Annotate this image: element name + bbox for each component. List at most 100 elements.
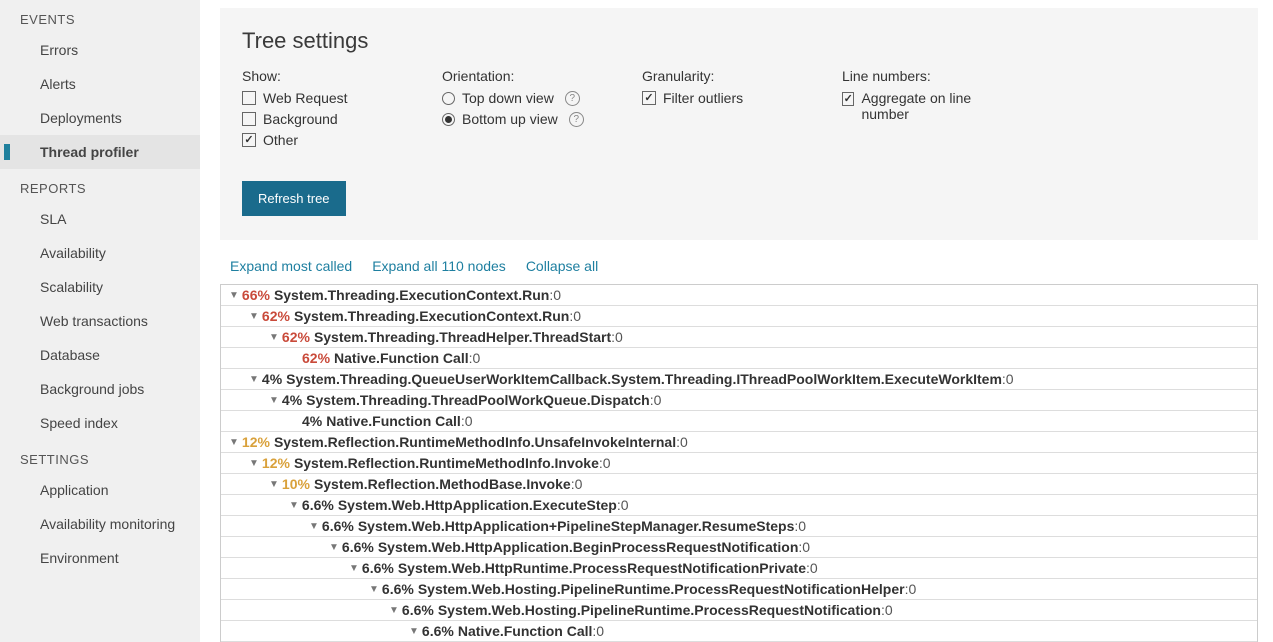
sidebar-item[interactable]: Alerts bbox=[0, 67, 200, 101]
aggregate-label: Aggregate on line number bbox=[861, 90, 1002, 122]
percentage: 6.6% bbox=[342, 539, 374, 555]
web-request-checkbox-row[interactable]: Web Request bbox=[242, 90, 392, 106]
node-name: System.Threading.ExecutionContext.Run bbox=[274, 287, 549, 303]
top-down-label: Top down view bbox=[462, 90, 554, 106]
granularity-label: Granularity: bbox=[642, 68, 792, 84]
tree-row[interactable]: 4%System.Threading.ThreadPoolWorkQueue.D… bbox=[221, 389, 1257, 410]
background-checkbox-row[interactable]: Background bbox=[242, 111, 392, 127]
help-icon[interactable]: ? bbox=[569, 112, 584, 127]
background-checkbox[interactable] bbox=[242, 112, 256, 126]
call-tree: 66%System.Threading.ExecutionContext.Run… bbox=[220, 284, 1258, 642]
bottom-up-radio-row[interactable]: Bottom up view ? bbox=[442, 111, 592, 127]
bottom-up-label: Bottom up view bbox=[462, 111, 558, 127]
tree-row[interactable]: 4%System.Threading.QueueUserWorkItemCall… bbox=[221, 368, 1257, 389]
sidebar-item[interactable]: Availability monitoring bbox=[0, 507, 200, 541]
granularity-column: Granularity: Filter outliers bbox=[642, 68, 792, 153]
tree-row[interactable]: 4%Native.Function Call :0 bbox=[221, 410, 1257, 431]
node-name: System.Threading.ThreadPoolWorkQueue.Dis… bbox=[306, 392, 650, 408]
tree-row[interactable]: 6.6%Native.Function Call :0 bbox=[221, 620, 1257, 641]
sidebar-item[interactable]: Scalability bbox=[0, 270, 200, 304]
caret-icon[interactable] bbox=[229, 290, 239, 301]
tree-row[interactable]: 62%Native.Function Call :0 bbox=[221, 347, 1257, 368]
percentage: 6.6% bbox=[422, 623, 454, 639]
caret-icon[interactable] bbox=[269, 395, 279, 406]
node-suffix: :0 bbox=[806, 560, 818, 576]
tree-row[interactable]: 6.6%System.Web.HttpApplication.BeginProc… bbox=[221, 536, 1257, 557]
line-numbers-label: Line numbers: bbox=[842, 68, 1002, 84]
tree-row[interactable]: 10%System.Reflection.MethodBase.Invoke :… bbox=[221, 473, 1257, 494]
node-suffix: :0 bbox=[549, 287, 561, 303]
node-suffix: :0 bbox=[461, 413, 473, 429]
other-checkbox[interactable] bbox=[242, 133, 256, 147]
caret-icon[interactable] bbox=[249, 311, 259, 322]
sidebar-item[interactable]: Environment bbox=[0, 541, 200, 575]
percentage: 12% bbox=[262, 455, 290, 471]
caret-icon[interactable] bbox=[269, 332, 279, 343]
expand-all-link[interactable]: Expand all 110 nodes bbox=[372, 258, 506, 274]
sidebar-item[interactable]: Background jobs bbox=[0, 372, 200, 406]
sidebar-item[interactable]: Web transactions bbox=[0, 304, 200, 338]
tree-row[interactable]: 62%System.Threading.ThreadHelper.ThreadS… bbox=[221, 326, 1257, 347]
sidebar-section-header: REPORTS bbox=[0, 169, 200, 202]
caret-icon[interactable] bbox=[309, 521, 319, 532]
caret-icon[interactable] bbox=[409, 626, 419, 637]
tree-row[interactable]: 6.6%System.Web.Hosting.PipelineRuntime.P… bbox=[221, 599, 1257, 620]
caret-icon[interactable] bbox=[289, 500, 299, 511]
node-suffix: :0 bbox=[881, 602, 893, 618]
sidebar-item[interactable]: Deployments bbox=[0, 101, 200, 135]
percentage: 62% bbox=[262, 308, 290, 324]
sidebar-item[interactable]: SLA bbox=[0, 202, 200, 236]
bottom-up-radio[interactable] bbox=[442, 113, 455, 126]
sidebar-item[interactable]: Availability bbox=[0, 236, 200, 270]
tree-row[interactable]: 12%System.Reflection.RuntimeMethodInfo.U… bbox=[221, 431, 1257, 452]
sidebar-item[interactable]: Thread profiler bbox=[0, 135, 200, 169]
caret-icon[interactable] bbox=[269, 479, 279, 490]
caret-icon[interactable] bbox=[389, 605, 399, 616]
aggregate-checkbox-row[interactable]: Aggregate on line number bbox=[842, 90, 1002, 122]
tree-row[interactable]: 12%System.Reflection.RuntimeMethodInfo.I… bbox=[221, 452, 1257, 473]
sidebar-item[interactable]: Speed index bbox=[0, 406, 200, 440]
percentage: 62% bbox=[302, 350, 330, 366]
node-suffix: :0 bbox=[599, 455, 611, 471]
filter-outliers-checkbox[interactable] bbox=[642, 91, 656, 105]
sidebar-item[interactable]: Database bbox=[0, 338, 200, 372]
other-checkbox-row[interactable]: Other bbox=[242, 132, 392, 148]
caret-icon[interactable] bbox=[349, 563, 359, 574]
show-column: Show: Web Request Background Other bbox=[242, 68, 392, 153]
caret-icon[interactable] bbox=[249, 374, 259, 385]
refresh-tree-button[interactable]: Refresh tree bbox=[242, 181, 346, 216]
tree-row[interactable]: 66%System.Threading.ExecutionContext.Run… bbox=[221, 285, 1257, 305]
node-suffix: :0 bbox=[798, 539, 810, 555]
sidebar-item[interactable]: Application bbox=[0, 473, 200, 507]
caret-icon[interactable] bbox=[249, 458, 259, 469]
filter-outliers-checkbox-row[interactable]: Filter outliers bbox=[642, 90, 792, 106]
tree-row[interactable]: 6.6%System.Web.Hosting.PipelineRuntime.P… bbox=[221, 578, 1257, 599]
help-icon[interactable]: ? bbox=[565, 91, 580, 106]
tree-row[interactable]: 62%System.Threading.ExecutionContext.Run… bbox=[221, 305, 1257, 326]
tree-settings-panel: Tree settings Show: Web Request Backgrou… bbox=[220, 8, 1258, 240]
node-suffix: :0 bbox=[592, 623, 604, 639]
node-name: Native.Function Call bbox=[326, 413, 461, 429]
tree-row[interactable]: 6.6%System.Web.HttpApplication.ExecuteSt… bbox=[221, 494, 1257, 515]
aggregate-checkbox[interactable] bbox=[842, 92, 854, 106]
percentage: 66% bbox=[242, 287, 270, 303]
tree-row[interactable]: 6.6%System.Web.HttpApplication+PipelineS… bbox=[221, 515, 1257, 536]
tree-row[interactable]: 6.6%System.Web.HttpRuntime.ProcessReques… bbox=[221, 557, 1257, 578]
web-request-label: Web Request bbox=[263, 90, 348, 106]
web-request-checkbox[interactable] bbox=[242, 91, 256, 105]
top-down-radio-row[interactable]: Top down view ? bbox=[442, 90, 592, 106]
percentage: 6.6% bbox=[402, 602, 434, 618]
node-suffix: :0 bbox=[611, 329, 623, 345]
caret-icon[interactable] bbox=[329, 542, 339, 553]
collapse-all-link[interactable]: Collapse all bbox=[526, 258, 598, 274]
expand-most-called-link[interactable]: Expand most called bbox=[230, 258, 352, 274]
caret-icon[interactable] bbox=[229, 437, 239, 448]
sidebar-item[interactable]: Errors bbox=[0, 33, 200, 67]
tree-actions: Expand most called Expand all 110 nodes … bbox=[220, 258, 1258, 284]
node-name: System.Reflection.MethodBase.Invoke bbox=[314, 476, 571, 492]
caret-icon[interactable] bbox=[369, 584, 379, 595]
node-name: System.Web.HttpApplication.ExecuteStep bbox=[338, 497, 617, 513]
percentage: 6.6% bbox=[302, 497, 334, 513]
sidebar-section-header: SETTINGS bbox=[0, 440, 200, 473]
top-down-radio[interactable] bbox=[442, 92, 455, 105]
